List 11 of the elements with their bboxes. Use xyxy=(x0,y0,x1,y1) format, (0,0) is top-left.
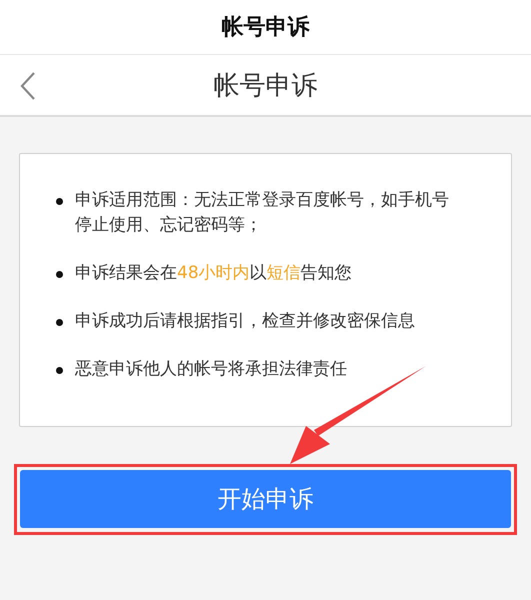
notice-text: 申诉结果会在48小时内以短信告知您 xyxy=(75,262,353,285)
screen-title: 帐号申诉 xyxy=(222,14,310,42)
bullet-icon xyxy=(56,198,63,205)
notice-text: 申诉适用范围：无法正常登录百度帐号，如手机号停止使用、忘记密码等； xyxy=(75,189,450,237)
bullet-icon xyxy=(56,319,63,326)
start-appeal-button[interactable]: 开始申诉 xyxy=(20,470,511,528)
notice-text: 恶意申诉他人的帐号将承担法律责任 xyxy=(75,358,348,381)
bullet-icon xyxy=(56,367,63,374)
page-title: 帐号申诉 xyxy=(214,70,318,102)
bullet-icon xyxy=(56,271,63,278)
notice-text: 申诉成功后请根据指引，检查并修改密保信息 xyxy=(75,310,416,333)
